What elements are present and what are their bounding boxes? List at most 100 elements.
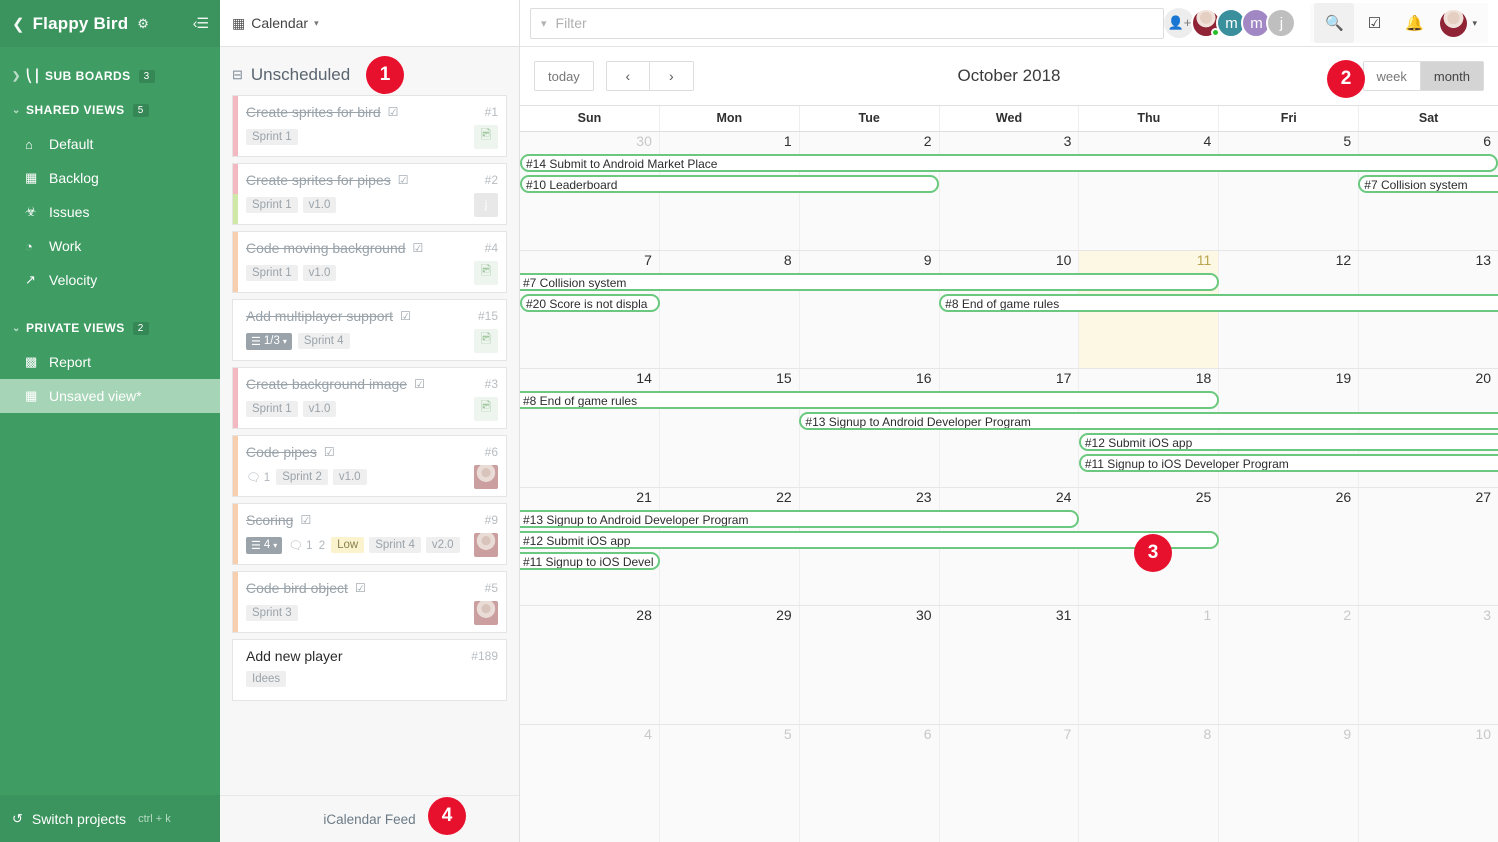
gear-icon[interactable]: ⚙ xyxy=(137,16,149,32)
avatar[interactable]: j xyxy=(1266,8,1297,38)
calendar-event[interactable]: #12 Submit iOS app xyxy=(1078,433,1498,451)
sidebar-item-work[interactable]: ◔ Work xyxy=(0,229,220,263)
switch-projects-button[interactable]: ↺ Switch projects ctrl + k xyxy=(0,795,220,842)
card-label-chip: Sprint 1 xyxy=(246,197,298,213)
back-chevron-icon[interactable]: ❮ xyxy=(12,15,25,33)
filter-input[interactable]: Filter xyxy=(556,15,587,31)
calendar-event[interactable]: #20 Score is not displa xyxy=(520,293,660,312)
view-toggle-month[interactable]: month xyxy=(1420,61,1484,91)
calendar-day-cell[interactable]: 4 xyxy=(520,724,659,842)
notifications-bell-icon[interactable]: 🔔 xyxy=(1394,3,1434,43)
unscheduled-card[interactable]: Create background image ☑ #3 Sprint 1 v1.0 🖻 xyxy=(232,367,507,429)
sidebar-group-sub-boards[interactable]: ❯ ⎝⎟ SUB BOARDS 3 xyxy=(0,59,220,93)
calendar-event[interactable]: #8 End of game rules xyxy=(520,391,1219,409)
calendar-event[interactable]: #13 Signup to Android Developer Program xyxy=(520,509,1079,528)
prev-month-button[interactable]: ‹ xyxy=(605,61,650,91)
calendar-event[interactable]: #11 Signup to iOS Devel xyxy=(520,551,660,570)
card-title-row: Add new player #189 xyxy=(246,648,498,664)
calendar-event[interactable]: #13 Signup to Android Developer Program xyxy=(799,412,1498,430)
card-title-row: Code pipes ☑ #6 xyxy=(246,444,498,460)
calendar-day-cell[interactable]: 14 xyxy=(520,369,659,487)
calendar-event[interactable]: #14 Submit to Android Market Place xyxy=(520,154,1498,172)
calendar-day-cell[interactable]: 5 xyxy=(658,724,799,842)
calendar-day-cell[interactable]: 8 xyxy=(1078,724,1219,842)
calendar-event[interactable]: #7 Collision system xyxy=(520,272,1219,291)
calendar-day-cell[interactable]: 4 xyxy=(1078,132,1219,250)
user-avatar[interactable] xyxy=(1440,9,1468,37)
day-number: 1 xyxy=(1203,607,1212,623)
card-title[interactable]: Add new player xyxy=(246,648,343,664)
card-title[interactable]: Scoring xyxy=(246,512,293,528)
sidebar-item-label: Velocity xyxy=(49,272,98,288)
calendar-day-cell[interactable]: 27 xyxy=(1358,487,1498,605)
calendar-day-cell[interactable]: 29 xyxy=(658,606,799,724)
view-toggle-week[interactable]: week xyxy=(1362,61,1421,91)
unscheduled-card[interactable]: Create sprites for bird ☑ #1 Sprint 1 🖻 xyxy=(232,95,507,157)
sidebar-item-backlog[interactable]: ▦ Backlog xyxy=(0,161,220,195)
calendar-day-cell[interactable]: 3 xyxy=(1358,606,1498,724)
sidebar-item-issues[interactable]: ☣ Issues xyxy=(0,195,220,229)
unscheduled-card[interactable]: Scoring ☑ #9 ☰ 4 ▾ 🗨 1 2 Low Sprint 4 v2.0 xyxy=(232,503,507,565)
chevron-down-icon[interactable]: ▾ xyxy=(1472,18,1477,29)
minus-square-icon[interactable]: ⊟ xyxy=(232,67,243,83)
card-title[interactable]: Code bird object xyxy=(246,580,348,596)
card-title[interactable]: Create background image xyxy=(246,376,407,392)
calendar-day-cell[interactable]: 9 xyxy=(798,250,939,368)
day-number: 4 xyxy=(1203,133,1212,149)
filter-input-wrapper[interactable]: ▾ Filter xyxy=(530,7,1165,39)
sidebar-group-private-views[interactable]: ⌄ PRIVATE VIEWS 2 xyxy=(0,311,220,345)
broken-image-icon: 🖻 xyxy=(474,329,498,353)
next-month-button[interactable]: › xyxy=(649,61,694,91)
search-icon[interactable]: 🔍 xyxy=(1314,3,1355,43)
card-assignee-avatar: j xyxy=(474,193,498,217)
card-title[interactable]: Add multiplayer support xyxy=(246,308,393,324)
card-meta-row: Sprint 3 xyxy=(246,601,498,625)
calendar-day-cell[interactable]: 7 xyxy=(938,724,1079,842)
card-title[interactable]: Create sprites for pipes xyxy=(246,172,391,188)
tasks-checkbox-icon[interactable]: ☑ xyxy=(1354,3,1394,43)
unscheduled-card[interactable]: Code pipes ☑ #6 🗨 1 Sprint 2 v1.0 xyxy=(232,435,507,497)
calendar-event[interactable]: #8 End of game rules xyxy=(939,293,1498,312)
calendar-day-cell[interactable]: 15 xyxy=(658,369,799,487)
unscheduled-card[interactable]: Add new player #189 Idees xyxy=(232,639,507,701)
view-type-selector[interactable]: ▦ Calendar ▾ xyxy=(220,0,519,47)
calendar-day-cell[interactable]: 10 xyxy=(1358,724,1498,842)
calendar-day-cell[interactable]: 2 xyxy=(1218,606,1359,724)
unscheduled-card[interactable]: Code moving background ☑ #4 Sprint 1 v1.0 🖻 xyxy=(232,231,507,293)
sidebar-group-label: SHARED VIEWS xyxy=(26,103,125,117)
sidebar-item-unsaved-view[interactable]: ▦ Unsaved view* xyxy=(0,379,220,413)
today-button[interactable]: today xyxy=(534,61,594,91)
calendar-day-cell[interactable]: 1 xyxy=(1078,606,1219,724)
calendar-day-cell[interactable]: 31 xyxy=(938,606,1079,724)
card-title[interactable]: Code pipes xyxy=(246,444,317,460)
sidebar-item-velocity[interactable]: ↗ Velocity xyxy=(0,263,220,297)
calendar-day-cell[interactable]: 28 xyxy=(520,606,659,724)
card-label-chip: Sprint 3 xyxy=(246,605,298,621)
calendar-day-cell[interactable]: 5 xyxy=(1218,132,1359,250)
day-number: 30 xyxy=(636,133,652,149)
unscheduled-card[interactable]: Add multiplayer support ☑ #15 ☰ 1/3 ▾ Sprint 4… xyxy=(232,299,507,361)
sidebar-group-shared-views[interactable]: ⌄ SHARED VIEWS 5 xyxy=(0,93,220,127)
unscheduled-card[interactable]: Code bird object ☑ #5 Sprint 3 xyxy=(232,571,507,633)
calendar-event[interactable]: #7 Collision system xyxy=(1358,175,1498,193)
calendar-event[interactable]: #11 Signup to iOS Developer Program xyxy=(1078,454,1498,472)
sidebar-item-default[interactable]: ⌂ Default xyxy=(0,127,220,161)
calendar-event[interactable]: #10 Leaderboard xyxy=(520,175,940,193)
sidebar-item-report[interactable]: ▩ Report xyxy=(0,345,220,379)
icalendar-feed-link[interactable]: iCalendar Feed xyxy=(323,812,415,827)
calendar-day-cell[interactable]: 9 xyxy=(1218,724,1359,842)
chevron-down-icon: ⌄ xyxy=(12,322,21,334)
card-task-progress[interactable]: ☰ 4 ▾ xyxy=(246,536,283,554)
calendar-day-cell[interactable]: 8 xyxy=(658,250,799,368)
calendar-day-cell[interactable]: 3 xyxy=(938,132,1079,250)
calendar-day-cell[interactable]: 26 xyxy=(1218,487,1359,605)
unscheduled-card[interactable]: Create sprites for pipes ☑ #2 Sprint 1 v1.0 j xyxy=(232,163,507,225)
card-task-progress[interactable]: ☰ 1/3 ▾ xyxy=(246,332,292,350)
card-title[interactable]: Create sprites for bird xyxy=(246,104,381,120)
card-title[interactable]: Code moving background xyxy=(246,240,406,256)
add-user-icon[interactable]: 👤+ xyxy=(1164,8,1195,38)
calendar-event[interactable]: #12 Submit iOS app xyxy=(520,530,1219,549)
calendar-day-cell[interactable]: 6 xyxy=(798,724,939,842)
collapse-sidebar-icon[interactable]: ‹☰ xyxy=(193,15,209,32)
calendar-day-cell[interactable]: 30 xyxy=(798,606,939,724)
